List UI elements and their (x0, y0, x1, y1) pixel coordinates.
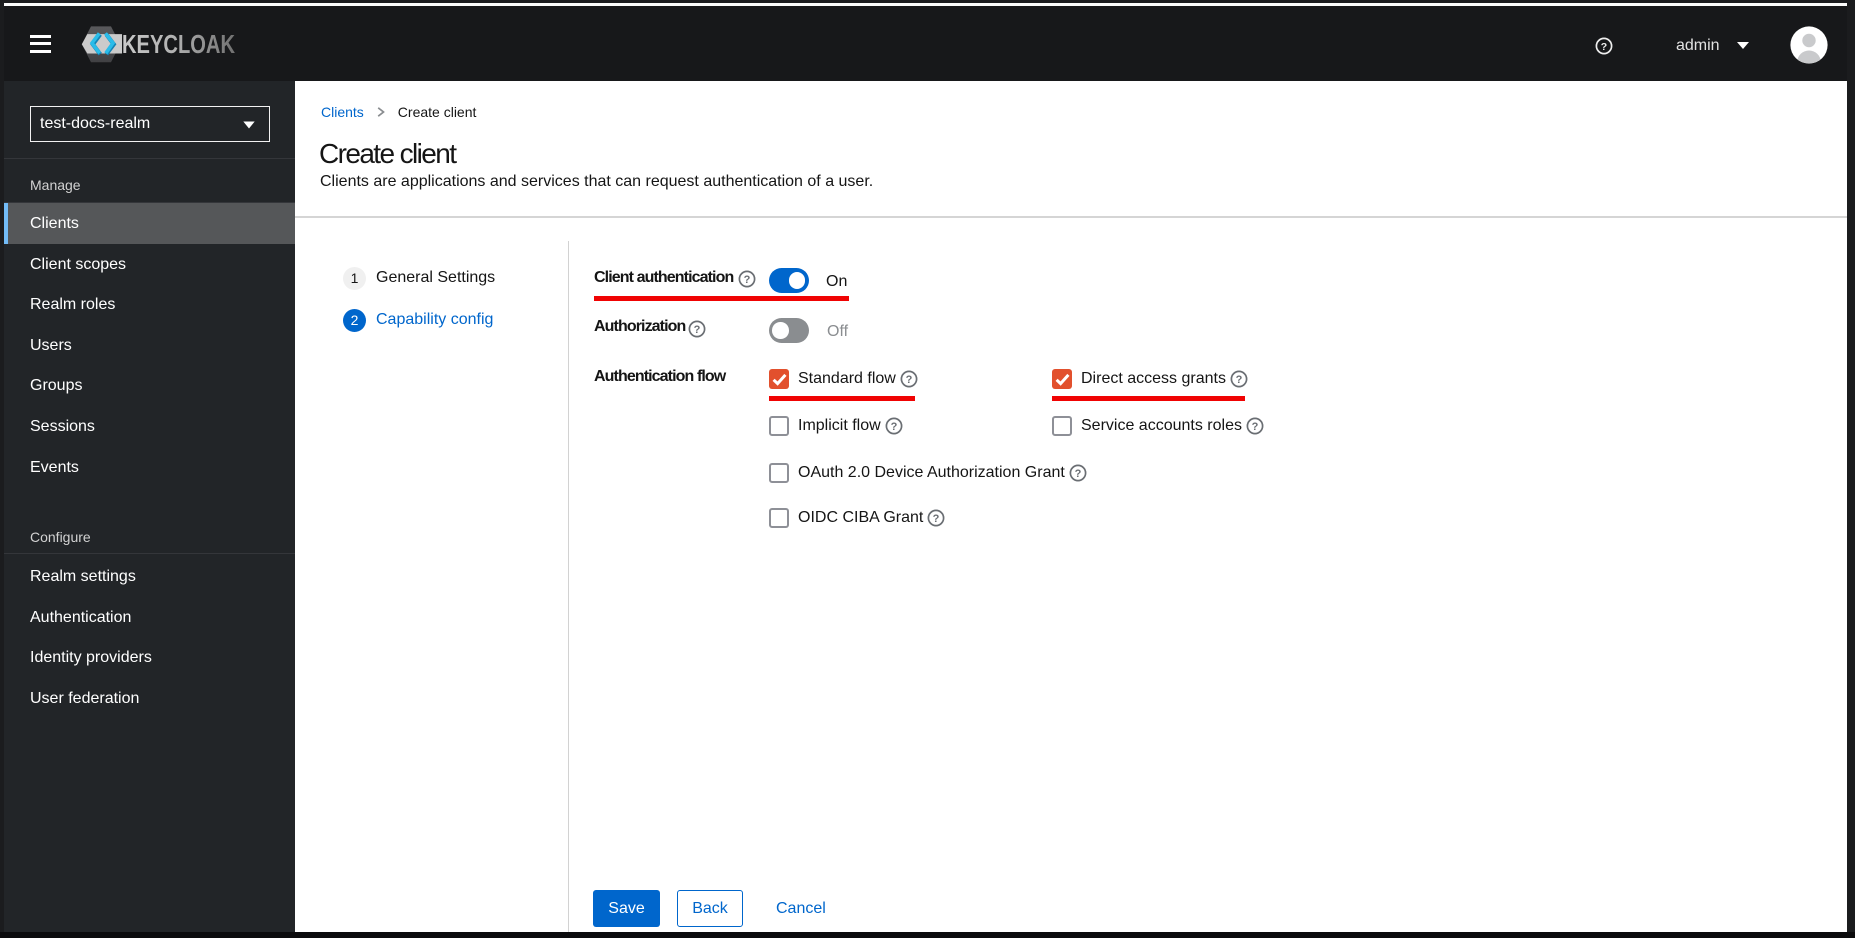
svg-text:?: ? (890, 421, 897, 433)
svg-text:?: ? (1236, 374, 1243, 386)
svg-text:?: ? (905, 374, 912, 386)
svg-text:?: ? (1601, 41, 1607, 53)
svg-text:?: ? (1074, 468, 1081, 480)
svg-text:?: ? (1252, 421, 1259, 433)
svg-text:?: ? (693, 324, 700, 336)
svg-text:?: ? (744, 274, 751, 286)
svg-text:KEYCLOAK: KEYCLOAK (122, 31, 235, 59)
svg-text:?: ? (933, 513, 940, 525)
